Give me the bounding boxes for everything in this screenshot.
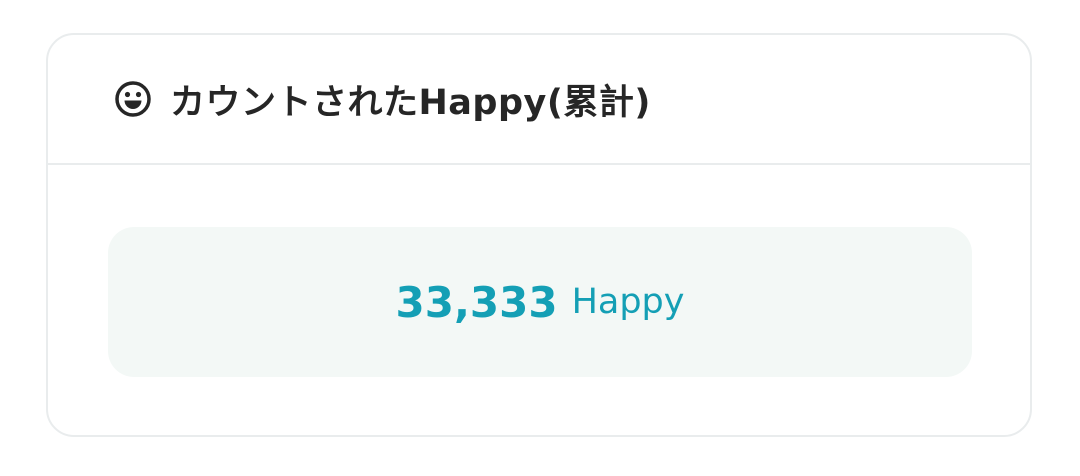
- card-body: 33,333 Happy: [48, 165, 1030, 437]
- happy-count-card: カウントされたHappy(累計) 33,333 Happy: [46, 33, 1032, 437]
- card-header: カウントされたHappy(累計): [48, 35, 1030, 165]
- happy-count-box: 33,333 Happy: [108, 227, 972, 377]
- happy-count-value: 33,333: [395, 277, 558, 327]
- happy-count-unit: Happy: [571, 282, 685, 322]
- card-title: カウントされたHappy(累計): [170, 82, 651, 123]
- smiley-face-icon: [114, 80, 152, 118]
